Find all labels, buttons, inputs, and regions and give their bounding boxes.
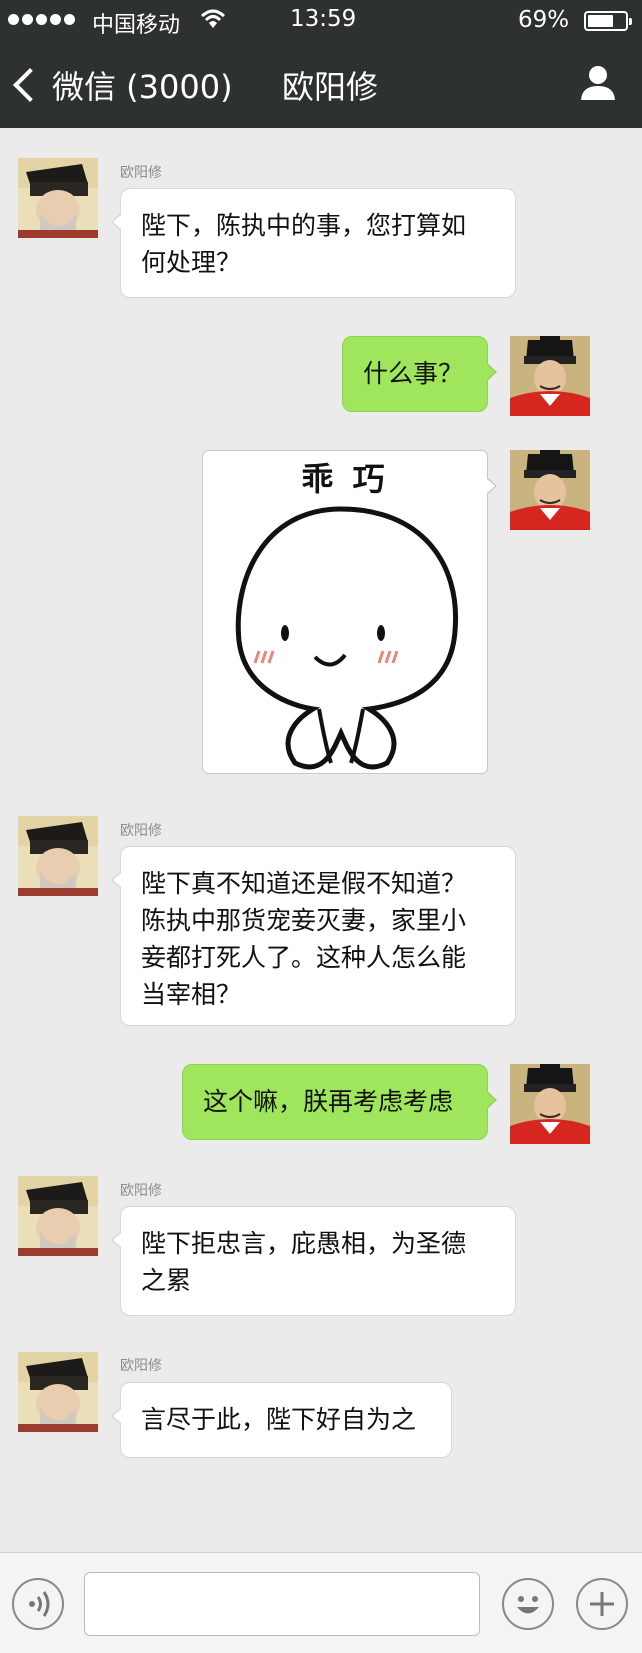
- avatar-ouyangxiu[interactable]: [18, 1176, 98, 1256]
- back-button[interactable]: 微信 (3000): [12, 62, 233, 108]
- person-icon[interactable]: [578, 62, 618, 102]
- message-bubble-incoming[interactable]: 陛下真不知道还是假不知道？ 陈执中那货宠妾灭妻，家里小 妾都打死人了。这种人怎么…: [111, 846, 516, 1026]
- message-text: 这个嘛，朕再考虑考虑: [203, 1087, 454, 1116]
- message-line: 陛下拒忠言，庇愚相，为圣德: [141, 1229, 467, 1258]
- sender-name: 欧阳修: [120, 823, 162, 839]
- sender-name: 欧阳修: [120, 165, 162, 181]
- message-bubble-incoming[interactable]: 陛下，陈执中的事，您打算如 何处理？: [111, 188, 516, 298]
- battery-percent: 69%: [518, 7, 570, 33]
- voice-icon: [29, 1591, 50, 1617]
- emoji-button[interactable]: [502, 1578, 554, 1630]
- avatar-ouyangxiu[interactable]: [18, 816, 98, 896]
- clock: 13:59: [290, 6, 357, 32]
- avatar-ouyangxiu[interactable]: [18, 1352, 98, 1432]
- message-line: 陛下，陈执中的事，您打算如: [141, 211, 467, 240]
- message-text: 什么事？: [363, 359, 464, 388]
- signal-strength-icon: [8, 14, 75, 25]
- sticker-caption: 乖 巧: [301, 460, 389, 498]
- message-line: 言尽于此，陛下好自为之: [141, 1405, 417, 1434]
- page-title: 欧阳修: [281, 68, 378, 106]
- carrier-label: 中国移动: [92, 13, 181, 38]
- voice-button[interactable]: [12, 1578, 64, 1630]
- back-label: 微信 (3000): [52, 68, 233, 106]
- wifi-icon: [200, 9, 226, 28]
- plus-button[interactable]: [576, 1578, 628, 1630]
- sticker-message[interactable]: 乖 巧: [202, 450, 497, 774]
- avatar-emperor[interactable]: [510, 450, 590, 530]
- message-line: 陛下真不知道还是假不知道？: [141, 869, 467, 898]
- avatar-emperor[interactable]: [510, 1064, 590, 1144]
- message-line: 之累: [141, 1266, 192, 1295]
- battery-icon: [584, 11, 632, 31]
- navigation-bar: 中国移动 13:59 69% 微信 (3000) 欧阳修: [0, 0, 642, 128]
- avatar-ouyangxiu[interactable]: [18, 158, 98, 238]
- message-bubble-incoming[interactable]: 言尽于此，陛下好自为之: [111, 1382, 452, 1458]
- sender-name: 欧阳修: [120, 1358, 162, 1374]
- avatar-emperor[interactable]: [510, 336, 590, 416]
- emoji-icon: [517, 1596, 539, 1614]
- status-bar: 中国移动 13:59 69%: [0, 0, 642, 42]
- message-line: 陈执中那货宠妾灭妻，家里小: [141, 906, 467, 935]
- message-text-input[interactable]: [84, 1572, 480, 1636]
- plus-icon: [590, 1592, 614, 1616]
- message-line: 妾都打死人了。这种人怎么能: [141, 943, 467, 972]
- message-bubble-incoming[interactable]: 陛下拒忠言，庇愚相，为圣德 之累: [111, 1206, 516, 1316]
- message-line: 何处理？: [141, 248, 242, 277]
- sticker-character-image: [235, 506, 459, 770]
- message-line: 当宰相？: [141, 980, 242, 1009]
- sender-name: 欧阳修: [120, 1183, 162, 1199]
- message-bubble-outgoing[interactable]: 什么事？: [342, 336, 497, 412]
- message-bubble-outgoing[interactable]: 这个嘛，朕再考虑考虑: [182, 1064, 497, 1140]
- chevron-left-icon: [13, 68, 47, 102]
